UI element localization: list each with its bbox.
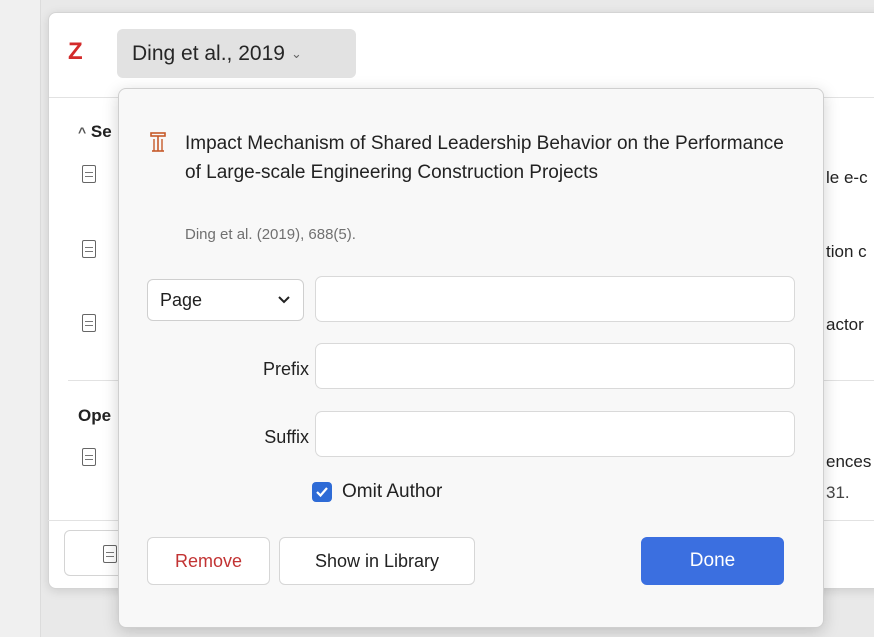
- document-icon: [82, 448, 96, 466]
- prefix-label: Prefix: [262, 359, 309, 379]
- document-icon: [82, 240, 96, 258]
- app-left-strip: [0, 0, 41, 637]
- citation-popup: Impact Mechanism of Shared Leadership Be…: [118, 88, 824, 628]
- locator-type-select[interactable]: Page: [147, 279, 304, 321]
- suffix-label: Suffix: [264, 427, 309, 447]
- suffix-input[interactable]: [315, 411, 795, 457]
- book-icon: [150, 132, 166, 152]
- chevron-down-icon: [278, 296, 290, 304]
- document-icon: [82, 165, 96, 183]
- item-meta: Ding et al. (2019), 688(5).: [185, 226, 356, 243]
- background-item-text: ences: [826, 452, 872, 471]
- document-icon: [82, 314, 96, 332]
- background-item-text: tion c: [826, 242, 867, 261]
- locator-input[interactable]: [315, 276, 795, 322]
- remove-button[interactable]: Remove: [147, 537, 270, 585]
- show-in-library-button[interactable]: Show in Library: [279, 537, 475, 585]
- section-header-background[interactable]: ^ Se: [78, 122, 112, 142]
- open-section-header: Ope: [78, 406, 112, 425]
- zotero-logo: Z: [68, 38, 83, 65]
- background-item-text: le e-c: [826, 168, 868, 187]
- omit-author-label[interactable]: Omit Author: [342, 481, 442, 503]
- omit-author-checkbox[interactable]: [312, 482, 332, 502]
- citation-label: Ding et al., 2019: [132, 41, 285, 65]
- document-icon: [103, 545, 117, 563]
- done-button[interactable]: Done: [641, 537, 784, 585]
- item-title: Impact Mechanism of Shared Leadership Be…: [185, 133, 784, 183]
- background-item-subtext: 31.: [826, 483, 850, 502]
- prefix-input[interactable]: [315, 343, 795, 389]
- footer-button[interactable]: [64, 530, 126, 576]
- citation-bubble-button[interactable]: Ding et al., 2019 ⌄: [117, 29, 356, 78]
- background-item-text: actor: [826, 315, 864, 334]
- chevron-down-icon: ⌄: [290, 45, 302, 61]
- locator-type-value: Page: [160, 289, 203, 310]
- checkmark-icon: [316, 487, 328, 498]
